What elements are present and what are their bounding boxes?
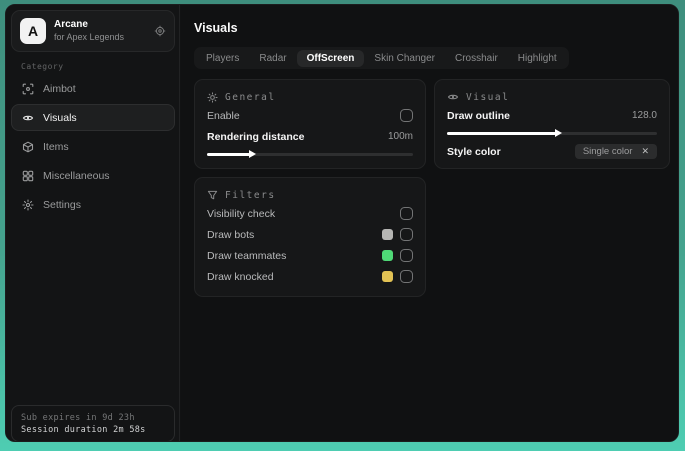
tab-crosshair[interactable]: Crosshair: [445, 50, 508, 67]
session-duration-text: Session duration 2m 58s: [21, 424, 146, 435]
card-general: General Enable Rendering distance 100m: [194, 79, 426, 169]
draw-outline-slider[interactable]: [447, 128, 657, 138]
app-logo: A: [20, 18, 46, 44]
style-color-select[interactable]: Single color ✕: [574, 144, 657, 159]
draw-teammates-color-swatch[interactable]: [382, 250, 393, 261]
package-icon: [22, 141, 34, 153]
draw-knocked-label: Draw knocked: [207, 270, 274, 283]
tab-offscreen[interactable]: OffScreen: [296, 49, 365, 67]
app-window: A Arcane for Apex Legends Category Aimbo…: [5, 4, 679, 442]
draw-outline-row: Draw outline 128.0: [447, 105, 657, 126]
draw-knocked-row: Draw knocked: [207, 266, 413, 287]
tab-radar[interactable]: Radar: [249, 50, 296, 67]
draw-bots-label: Draw bots: [207, 228, 255, 241]
visuals-tabstrip: Players Radar OffScreen Skin Changer Cro…: [194, 47, 569, 69]
sidebar-item-visuals[interactable]: Visuals: [11, 104, 175, 131]
sun-icon: [207, 91, 218, 103]
tab-highlight[interactable]: Highlight: [508, 50, 567, 67]
enable-label: Enable: [207, 109, 240, 122]
draw-teammates-row: Draw teammates: [207, 245, 413, 266]
eye-scan-icon: [22, 112, 34, 124]
style-color-chip-label: Single color: [582, 146, 633, 157]
page-title: Visuals: [194, 21, 238, 35]
enable-checkbox[interactable]: [400, 109, 413, 122]
card-general-title: General: [225, 91, 276, 103]
rendering-distance-value: 100m: [387, 131, 413, 142]
sidebar-item-aimbot[interactable]: Aimbot: [11, 75, 175, 102]
sub-expiry-text: Sub expires in 9d 23h: [21, 412, 135, 423]
crosshair-icon: [22, 83, 34, 95]
visibility-check-label: Visibility check: [207, 207, 276, 220]
brand-card: A Arcane for Apex Legends: [11, 10, 175, 52]
app-title: Arcane: [54, 19, 88, 31]
card-visual-title: Visual: [466, 91, 510, 103]
draw-teammates-checkbox[interactable]: [400, 249, 413, 262]
sidebar-item-label: Visuals: [43, 111, 77, 124]
draw-bots-color-swatch[interactable]: [382, 229, 393, 240]
sidebar-item-label: Aimbot: [43, 82, 76, 95]
gear-icon: [22, 198, 34, 211]
subscription-info-box: Sub expires in 9d 23h Session duration 2…: [11, 405, 175, 441]
brand-gear-icon[interactable]: [154, 25, 166, 37]
visibility-check-checkbox[interactable]: [400, 207, 413, 220]
funnel-icon: [207, 190, 218, 201]
tab-players[interactable]: Players: [196, 50, 249, 67]
app-subtitle: for Apex Legends: [54, 31, 125, 42]
rendering-distance-label: Rendering distance: [207, 130, 305, 143]
card-filters: Filters Visibility check Draw bots Draw …: [194, 177, 426, 297]
draw-bots-checkbox[interactable]: [400, 228, 413, 241]
draw-bots-row: Draw bots: [207, 224, 413, 245]
tab-skin-changer[interactable]: Skin Changer: [364, 50, 445, 67]
sidebar-item-label: Settings: [43, 198, 81, 211]
sidebar-item-items[interactable]: Items: [11, 133, 175, 160]
eye-icon: [447, 91, 459, 103]
sidebar-item-miscellaneous[interactable]: Miscellaneous: [11, 162, 175, 189]
enable-row: Enable: [207, 105, 413, 126]
style-color-label: Style color: [447, 145, 501, 158]
rendering-distance-slider[interactable]: [207, 149, 413, 159]
category-label: Category: [21, 62, 64, 71]
sidebar-item-label: Miscellaneous: [43, 169, 110, 182]
grid-icon: [22, 170, 34, 182]
draw-teammates-label: Draw teammates: [207, 249, 287, 262]
style-color-row: Style color Single color ✕: [447, 141, 657, 162]
draw-knocked-color-swatch[interactable]: [382, 271, 393, 282]
card-filters-title: Filters: [225, 189, 276, 201]
draw-outline-label: Draw outline: [447, 109, 511, 122]
sidebar: A Arcane for Apex Legends Category Aimbo…: [6, 5, 180, 441]
sidebar-nav: Aimbot Visuals Items Miscellaneous Setti…: [11, 75, 175, 218]
sidebar-item-settings[interactable]: Settings: [11, 191, 175, 218]
visibility-check-row: Visibility check: [207, 203, 413, 224]
draw-knocked-checkbox[interactable]: [400, 270, 413, 283]
card-visual: Visual Draw outline 128.0 Style color Si…: [434, 79, 670, 169]
rendering-distance-row: Rendering distance 100m: [207, 126, 413, 147]
main-content: Visuals Players Radar OffScreen Skin Cha…: [181, 5, 678, 441]
sidebar-item-label: Items: [43, 140, 69, 153]
chip-close-icon[interactable]: ✕: [641, 146, 649, 157]
draw-outline-value: 128.0: [631, 110, 657, 121]
